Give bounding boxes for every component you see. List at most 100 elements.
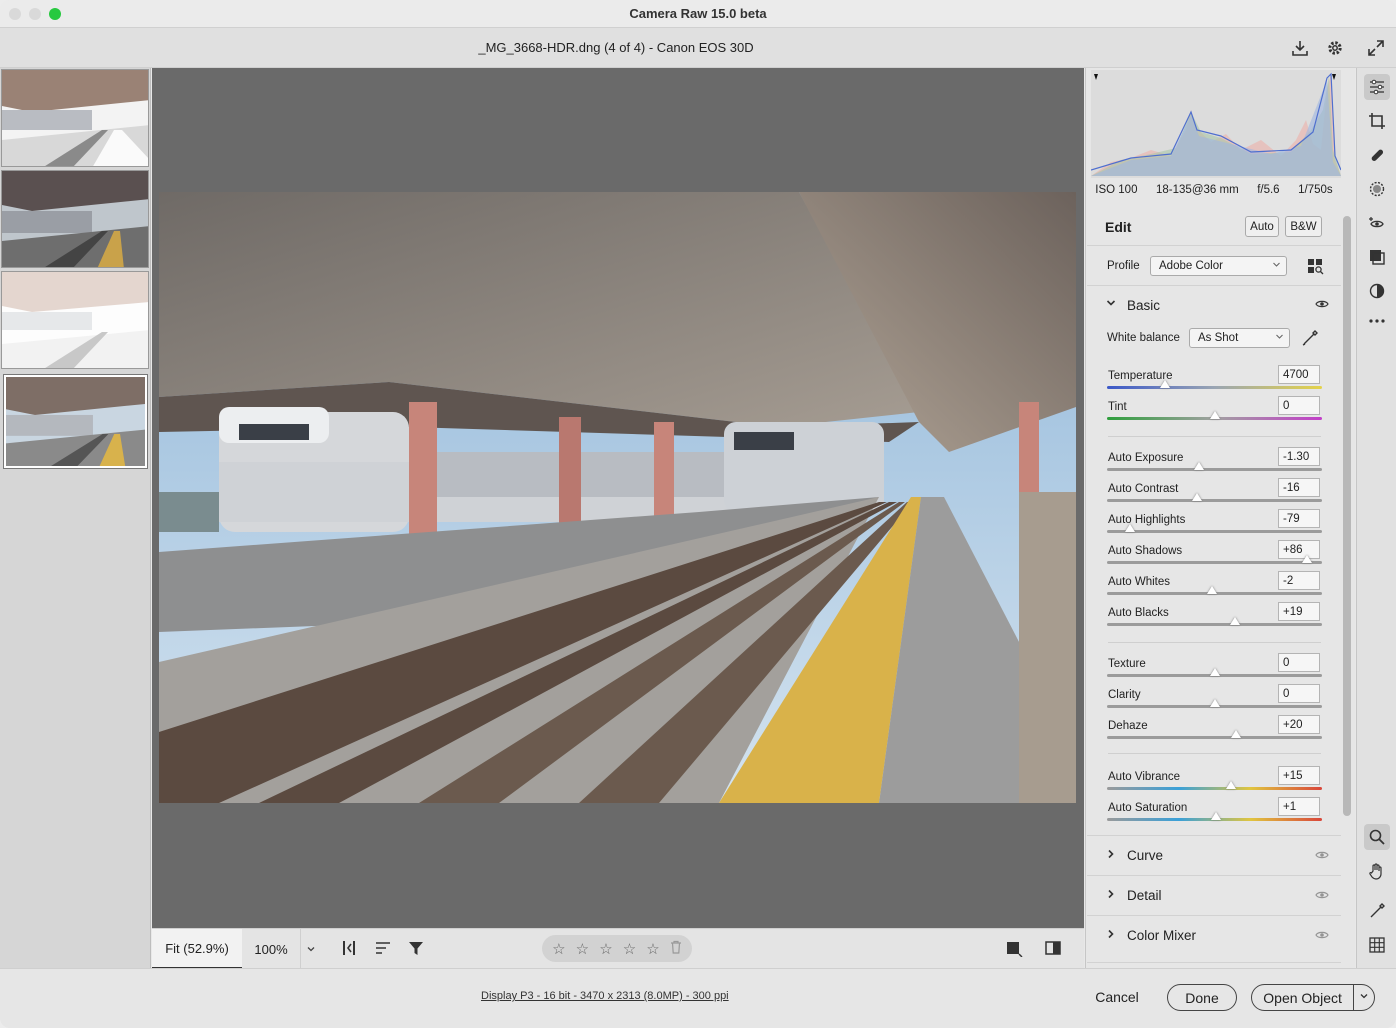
- gear-icon[interactable]: [1325, 38, 1345, 58]
- filmstrip-thumbnail[interactable]: [1, 271, 149, 369]
- profile-browser-icon[interactable]: [1306, 257, 1324, 275]
- chevron-down-icon[interactable]: [1354, 991, 1374, 1004]
- curve-section-header[interactable]: Curve: [1087, 835, 1341, 875]
- slider-handle[interactable]: [1229, 617, 1240, 625]
- slider-value-field[interactable]: +20: [1278, 715, 1320, 734]
- zoom-dropdown-chevron-down-icon[interactable]: [300, 929, 320, 969]
- slider-track[interactable]: [1107, 386, 1322, 389]
- slider-value-field[interactable]: 0: [1278, 396, 1320, 415]
- slider-value-field[interactable]: 4700: [1278, 365, 1320, 384]
- slider-track[interactable]: [1107, 530, 1322, 533]
- slider-value-field[interactable]: +19: [1278, 602, 1320, 621]
- slider-value-field[interactable]: +86: [1278, 540, 1320, 559]
- filmstrip-thumbnail[interactable]: [1, 69, 149, 167]
- eyedropper-icon[interactable]: [1301, 329, 1319, 347]
- basic-section-header[interactable]: Basic: [1087, 292, 1341, 320]
- image-preview-area[interactable]: [152, 68, 1084, 928]
- slider-handle[interactable]: [1231, 730, 1241, 738]
- filmstrip-toggle-icon[interactable]: [338, 937, 360, 959]
- snapshots-icon[interactable]: [1364, 244, 1390, 270]
- star-icon[interactable]: ☆: [576, 940, 589, 958]
- slider-track[interactable]: [1107, 736, 1322, 739]
- slider-value-field[interactable]: -2: [1278, 571, 1320, 590]
- slider-handle[interactable]: [1209, 411, 1220, 419]
- scrollbar-thumb[interactable]: [1343, 216, 1351, 816]
- masking-icon[interactable]: [1364, 176, 1390, 202]
- fullscreen-icon[interactable]: [1366, 38, 1386, 58]
- auto-button[interactable]: Auto: [1245, 216, 1279, 237]
- slider-value-field[interactable]: -79: [1278, 509, 1320, 528]
- slider-handle[interactable]: [1192, 493, 1203, 501]
- eye-icon[interactable]: [1315, 849, 1329, 863]
- slider-value-field[interactable]: -1.30: [1278, 447, 1320, 466]
- chevron-down-icon[interactable]: [1105, 297, 1117, 312]
- slider-track[interactable]: [1107, 468, 1322, 471]
- filmstrip-thumbnail[interactable]: [1, 170, 149, 268]
- slider-auto-saturation[interactable]: Auto Saturation +1: [1107, 797, 1322, 832]
- star-icon[interactable]: ☆: [646, 940, 659, 958]
- star-icon[interactable]: ☆: [552, 940, 565, 958]
- slider-value-field[interactable]: 0: [1278, 684, 1320, 703]
- slider-handle[interactable]: [1225, 781, 1236, 789]
- profile-select[interactable]: Adobe Color: [1150, 256, 1287, 276]
- slider-handle[interactable]: [1301, 555, 1312, 563]
- zoom-icon[interactable]: [1364, 824, 1390, 850]
- chevron-right-icon[interactable]: [1105, 888, 1117, 903]
- slider-handle[interactable]: [1209, 699, 1220, 707]
- edit-sliders-icon[interactable]: [1364, 74, 1390, 100]
- preview-mode-icon[interactable]: [1003, 937, 1025, 959]
- slider-track[interactable]: [1107, 623, 1322, 626]
- eye-icon[interactable]: [1315, 929, 1329, 943]
- panel-scrollbar[interactable]: [1343, 216, 1351, 816]
- presets-icon[interactable]: [1364, 278, 1390, 304]
- slider-handle[interactable]: [1160, 380, 1171, 388]
- slider-tint[interactable]: Tint 0: [1107, 396, 1322, 431]
- hand-icon[interactable]: [1364, 858, 1390, 884]
- detail-section-header[interactable]: Detail: [1087, 875, 1341, 915]
- sort-icon[interactable]: [372, 937, 394, 959]
- slider-handle[interactable]: [1210, 812, 1221, 820]
- grid-icon[interactable]: [1364, 932, 1390, 958]
- color-sampler-icon[interactable]: [1364, 898, 1390, 924]
- star-icon[interactable]: ☆: [599, 940, 612, 958]
- open-object-button[interactable]: Open Object: [1251, 984, 1375, 1011]
- before-after-icon[interactable]: [1042, 937, 1064, 959]
- white-balance-select[interactable]: As Shot: [1189, 328, 1290, 348]
- slider-handle[interactable]: [1207, 586, 1218, 594]
- slider-handle[interactable]: [1194, 462, 1205, 470]
- slider-value-field[interactable]: -16: [1278, 478, 1320, 497]
- slider-track[interactable]: [1107, 561, 1322, 564]
- slider-handle[interactable]: [1209, 668, 1220, 676]
- slider-value-field[interactable]: +15: [1278, 766, 1320, 785]
- star-icon[interactable]: ☆: [623, 940, 636, 958]
- zoom-fit-button[interactable]: Fit (52.9%): [152, 929, 242, 969]
- eye-icon[interactable]: [1315, 298, 1329, 312]
- chevron-right-icon[interactable]: [1105, 848, 1117, 863]
- slider-track[interactable]: [1107, 787, 1322, 790]
- workflow-options-link[interactable]: Display P3 - 16 bit - 3470 x 2313 (8.0MP…: [481, 990, 729, 1002]
- slider-auto-blacks[interactable]: Auto Blacks +19: [1107, 602, 1322, 637]
- slider-dehaze[interactable]: Dehaze +20: [1107, 715, 1322, 750]
- cancel-button[interactable]: Cancel: [1084, 983, 1150, 1011]
- done-button[interactable]: Done: [1167, 984, 1237, 1011]
- slider-value-field[interactable]: +1: [1278, 797, 1320, 816]
- preview-photo[interactable]: [159, 192, 1076, 803]
- bw-button[interactable]: B&W: [1285, 216, 1322, 237]
- trash-icon[interactable]: [670, 940, 682, 957]
- slider-handle[interactable]: [1124, 524, 1135, 532]
- red-eye-icon[interactable]: [1364, 210, 1390, 236]
- filter-icon[interactable]: [405, 937, 427, 959]
- eye-icon[interactable]: [1315, 889, 1329, 903]
- zoom-100-button[interactable]: 100%: [243, 929, 299, 969]
- chevron-right-icon[interactable]: [1105, 928, 1117, 943]
- crop-icon[interactable]: [1364, 108, 1390, 134]
- more-icon[interactable]: [1364, 308, 1390, 334]
- filmstrip-thumbnail-selected[interactable]: [4, 375, 147, 468]
- star-rating[interactable]: ☆ ☆ ☆ ☆ ☆: [542, 935, 692, 962]
- save-icon[interactable]: [1290, 38, 1310, 58]
- color-mixer-section-header[interactable]: Color Mixer: [1087, 915, 1341, 963]
- slider-value-field[interactable]: 0: [1278, 653, 1320, 672]
- healing-brush-icon[interactable]: [1364, 142, 1390, 168]
- open-object-label[interactable]: Open Object: [1252, 985, 1355, 1010]
- slider-track[interactable]: [1107, 499, 1322, 502]
